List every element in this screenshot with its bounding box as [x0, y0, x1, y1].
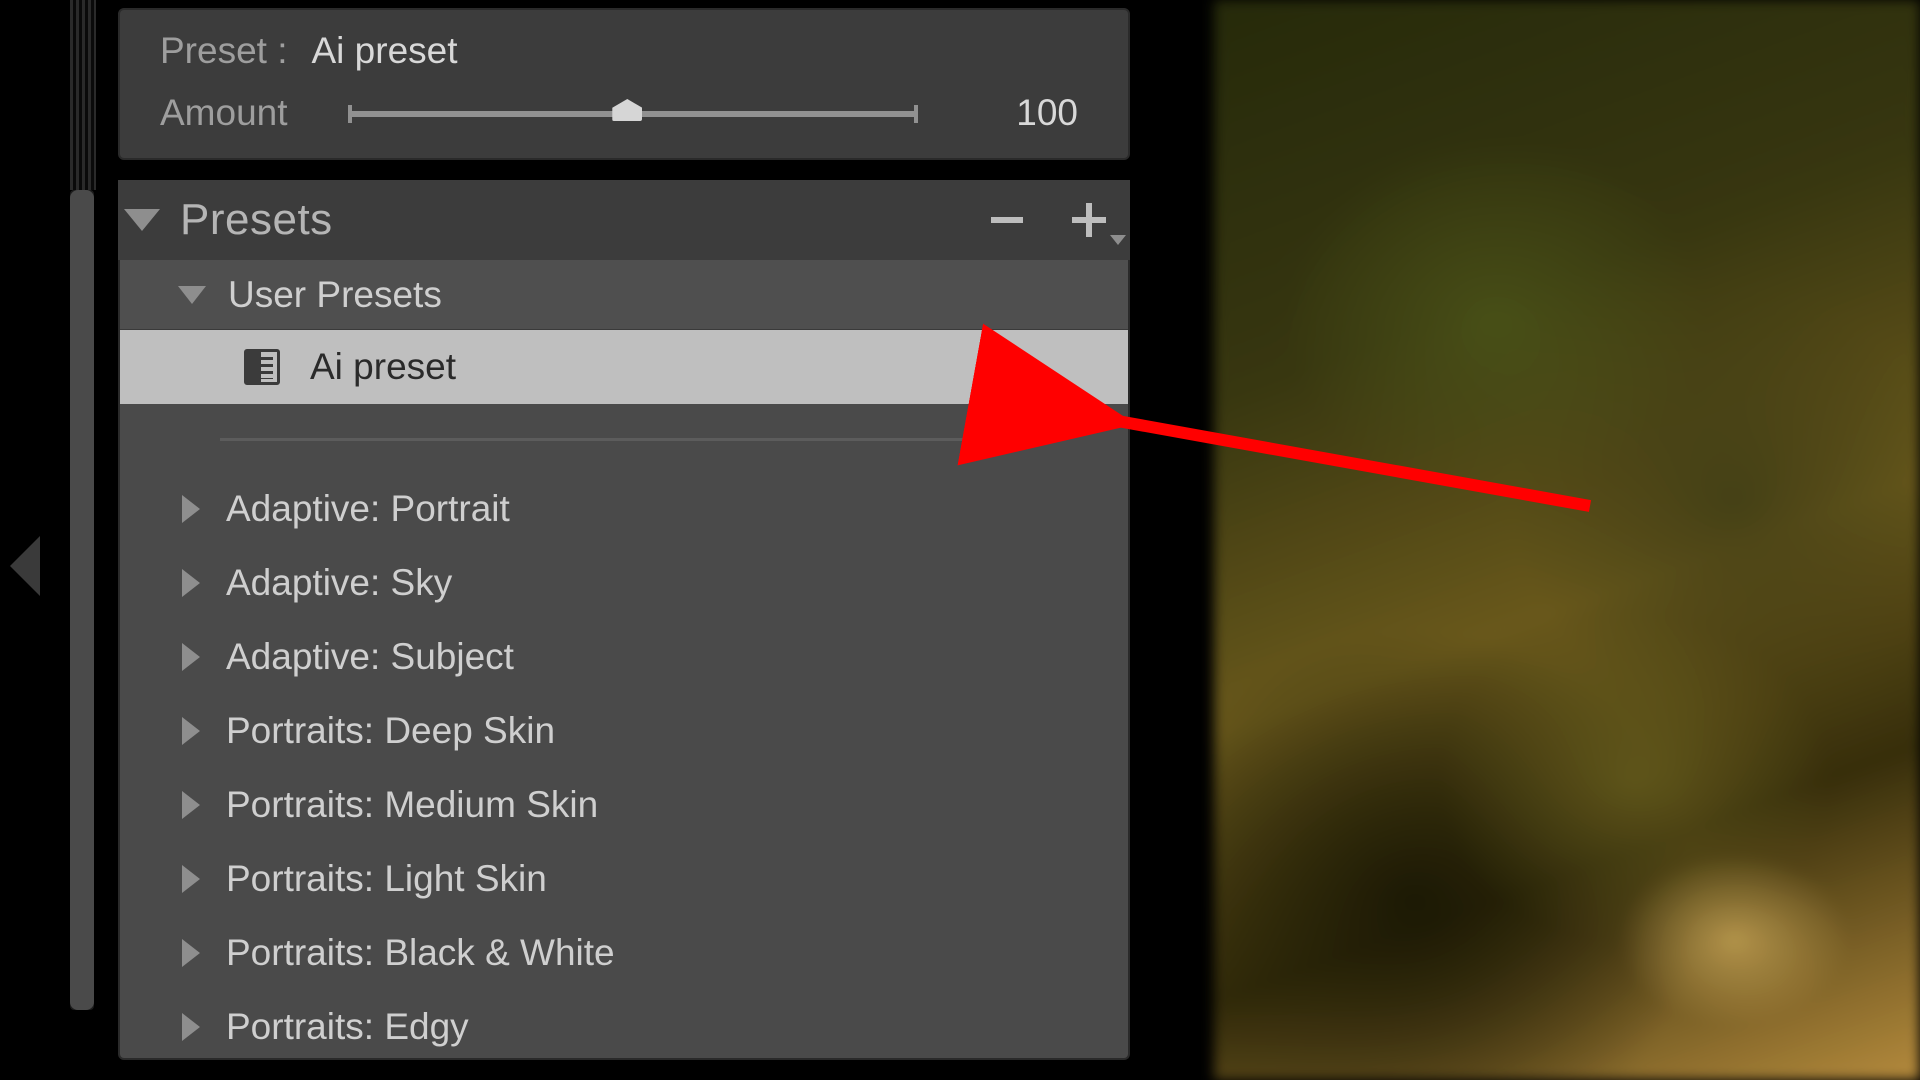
- add-preset-button[interactable]: [1066, 197, 1112, 243]
- preset-category-label: Portraits: Black & White: [226, 932, 615, 974]
- preset-category[interactable]: Portraits: Edgy: [120, 990, 1128, 1060]
- preset-category-label: Portraits: Deep Skin: [226, 710, 555, 752]
- preset-name: Ai preset: [312, 30, 458, 72]
- preset-category-label: Adaptive: Sky: [226, 562, 452, 604]
- chevron-right-icon[interactable]: [182, 1013, 200, 1041]
- preset-category-label: Portraits: Light Skin: [226, 858, 547, 900]
- amount-value[interactable]: 100: [1016, 92, 1088, 134]
- preset-file-icon: [244, 349, 280, 385]
- presets-list: User Presets Ai preset Adaptive: Portrai…: [118, 260, 1130, 1060]
- divider: [120, 404, 1128, 472]
- preset-category[interactable]: Portraits: Black & White: [120, 916, 1128, 990]
- chevron-right-icon[interactable]: [182, 569, 200, 597]
- preset-category[interactable]: Adaptive: Subject: [120, 620, 1128, 694]
- preset-category-label: Portraits: Edgy: [226, 1006, 469, 1048]
- chevron-down-icon[interactable]: [178, 286, 206, 304]
- chevron-down-icon: [1110, 235, 1126, 245]
- left-rail: [0, 0, 108, 1080]
- presets-header-actions: [984, 197, 1112, 243]
- chevron-right-icon[interactable]: [182, 939, 200, 967]
- chevron-right-icon[interactable]: [182, 717, 200, 745]
- amount-slider[interactable]: [348, 97, 918, 129]
- scrollbar-thumb[interactable]: [70, 190, 94, 1010]
- user-presets-group-label: User Presets: [228, 274, 442, 316]
- plus-icon: [1069, 200, 1109, 240]
- preset-category-label: Portraits: Medium Skin: [226, 784, 598, 826]
- preset-label: Preset :: [160, 30, 288, 72]
- chevron-down-icon[interactable]: [124, 209, 160, 231]
- amount-row: Amount 100: [160, 92, 1088, 134]
- preset-name-row: Preset : Ai preset: [160, 30, 1088, 72]
- chevron-right-icon[interactable]: [182, 791, 200, 819]
- chevron-right-icon[interactable]: [182, 865, 200, 893]
- left-gutter: [68, 0, 98, 190]
- left-panel: Preset : Ai preset Amount 100 Presets: [118, 0, 1136, 1080]
- preset-item-label: Ai preset: [310, 346, 456, 388]
- presets-section-title: Presets: [180, 195, 333, 245]
- preset-category[interactable]: Adaptive: Sky: [120, 546, 1128, 620]
- preset-category-label: Adaptive: Portrait: [226, 488, 510, 530]
- image-preview[interactable]: [1214, 0, 1920, 1080]
- preset-category[interactable]: Portraits: Deep Skin: [120, 694, 1128, 768]
- preset-category[interactable]: Portraits: Light Skin: [120, 842, 1128, 916]
- preset-category[interactable]: Adaptive: Portrait: [120, 472, 1128, 546]
- chevron-right-icon[interactable]: [182, 495, 200, 523]
- collapse-panel-icon[interactable]: [10, 536, 40, 596]
- preset-item-ai-preset[interactable]: Ai preset: [120, 330, 1128, 404]
- user-presets-group-header[interactable]: User Presets: [120, 260, 1128, 330]
- preset-summary-card: Preset : Ai preset Amount 100: [118, 8, 1130, 160]
- amount-label: Amount: [160, 92, 320, 134]
- presets-section-header[interactable]: Presets: [118, 180, 1130, 260]
- preset-category[interactable]: Portraits: Medium Skin: [120, 768, 1128, 842]
- minus-icon: [987, 200, 1027, 240]
- preset-category-label: Adaptive: Subject: [226, 636, 514, 678]
- chevron-right-icon[interactable]: [182, 643, 200, 671]
- remove-preset-button[interactable]: [984, 197, 1030, 243]
